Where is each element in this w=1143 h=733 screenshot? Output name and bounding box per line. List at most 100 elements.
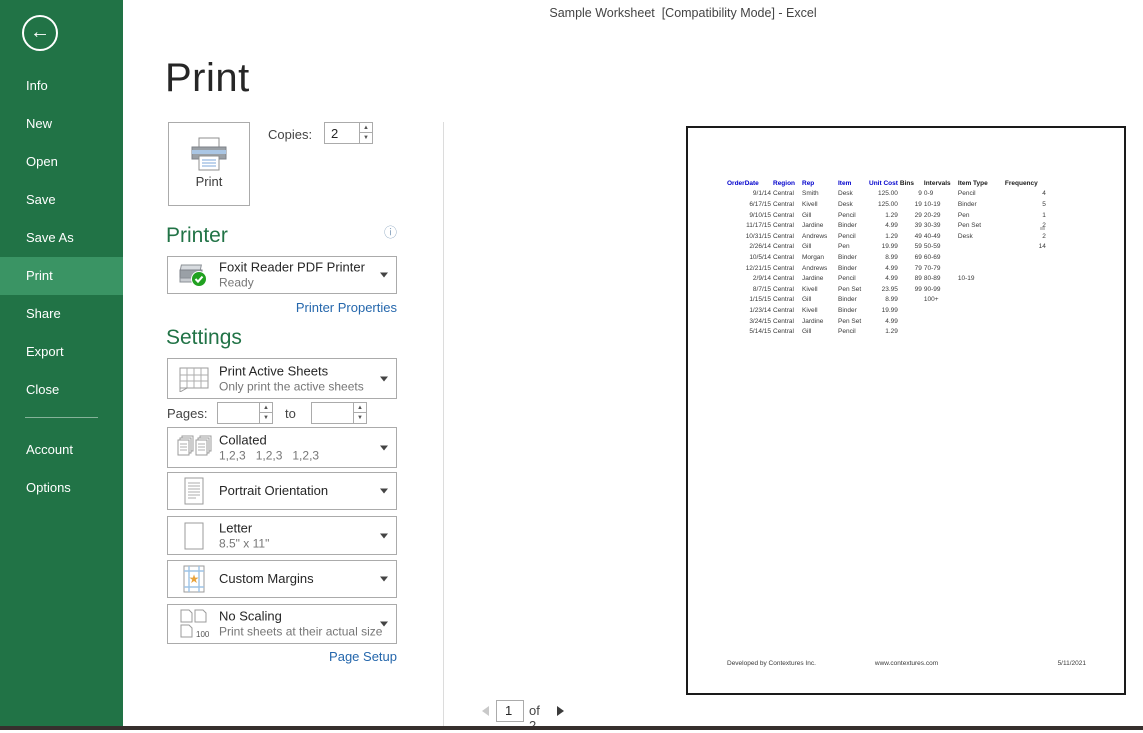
window-title: Sample Worksheet [Compatibility Mode] - … — [223, 6, 1143, 20]
preview-cell: Andrews — [802, 231, 838, 242]
spin-up-icon[interactable]: ▲ — [260, 403, 272, 413]
chevron-down-icon — [380, 489, 388, 494]
chevron-down-icon — [380, 577, 388, 582]
sidebar-item-save[interactable]: Save — [0, 181, 123, 219]
page-title: Print — [165, 56, 250, 101]
preview-header-cell: Item — [838, 178, 869, 189]
title-bar: Sample Worksheet [Compatibility Mode] - … — [123, 0, 1143, 26]
paper-size-sublabel: 8.5" x 11" — [219, 536, 374, 551]
preview-cell: 10/5/14 — [727, 252, 773, 263]
preview-cell: Central — [773, 242, 802, 253]
sidebar-menu: InfoNewOpenSaveSave AsPrintShareExportCl… — [0, 67, 123, 409]
preview-cell — [1005, 305, 1048, 316]
next-page-icon[interactable] — [557, 706, 564, 716]
preview-header-cell: Intervals — [924, 178, 958, 189]
preview-cell: Binder — [838, 295, 869, 306]
page-setup-link[interactable]: Page Setup — [329, 649, 397, 664]
preview-cell — [1005, 295, 1048, 306]
spin-down-icon[interactable]: ▼ — [354, 413, 366, 423]
preview-cell: Central — [773, 295, 802, 306]
orientation-select[interactable]: Portrait Orientation — [167, 472, 397, 510]
sidebar-item-share[interactable]: Share — [0, 295, 123, 333]
preview-cell — [900, 295, 924, 306]
printer-status: Ready — [219, 276, 374, 291]
preview-cell: 10-19 — [924, 199, 958, 210]
preview-cell: 9/10/15 — [727, 210, 773, 221]
info-icon[interactable]: ⓘ — [384, 222, 397, 241]
paper-size-label: Letter — [219, 520, 374, 536]
pages-to-stepper[interactable]: ▲ ▼ — [311, 402, 367, 424]
printer-properties-link[interactable]: Printer Properties — [296, 300, 397, 315]
preview-cell: 100+ — [924, 295, 958, 306]
preview-cell — [1005, 263, 1048, 274]
preview-cell: Central — [773, 231, 802, 242]
pages-from-stepper[interactable]: ▲ ▼ — [217, 402, 273, 424]
preview-cell: 9/1/14 — [727, 189, 773, 200]
preview-cell: 4.99 — [869, 316, 900, 327]
preview-cell: 39 — [900, 220, 924, 231]
preview-cell: 1/15/15 — [727, 295, 773, 306]
print-what-label: Print Active Sheets — [219, 363, 374, 379]
no-scaling-icon: 100 — [174, 605, 214, 643]
preview-header-cell: OrderDate — [727, 178, 773, 189]
preview-cell: 4.99 — [869, 220, 900, 231]
preview-cell — [1005, 316, 1048, 327]
preview-cell: Pen Set — [838, 316, 869, 327]
scaling-select[interactable]: 100 No Scaling Print sheets at their act… — [167, 604, 397, 644]
preview-cell — [900, 326, 924, 337]
preview-cell: 30-39 — [924, 220, 958, 231]
spin-up-icon[interactable]: ▲ — [360, 123, 372, 133]
preview-cell: Central — [773, 305, 802, 316]
preview-cell: 125.00 — [869, 189, 900, 200]
preview-cell: 19 — [900, 199, 924, 210]
sidebar-item-account[interactable]: Account — [0, 431, 123, 469]
sidebar-item-options[interactable]: Options — [0, 469, 123, 507]
preview-table: OrderDateRegionRepItemUnit CostBinsInter… — [727, 178, 1048, 337]
preview-cell — [958, 263, 1005, 274]
preview-cell: Pencil — [838, 210, 869, 221]
preview-cell: Central — [773, 284, 802, 295]
preview-cell: Pen — [838, 242, 869, 253]
spin-down-icon[interactable]: ▼ — [360, 133, 372, 143]
spin-down-icon[interactable]: ▼ — [260, 413, 272, 423]
preview-cell — [958, 242, 1005, 253]
margins-select[interactable]: ★ Custom Margins — [167, 560, 397, 598]
printer-select[interactable]: Foxit Reader PDF Printer Ready — [167, 256, 397, 294]
preview-cell: Kivell — [802, 199, 838, 210]
print-what-select[interactable]: Print Active Sheets Only print the activ… — [167, 358, 397, 399]
print-what-sublabel: Only print the active sheets — [219, 379, 374, 394]
preview-cell: Pen — [958, 210, 1005, 221]
back-arrow-icon[interactable]: ← — [22, 15, 58, 51]
sidebar-item-open[interactable]: Open — [0, 143, 123, 181]
preview-cell: Central — [773, 316, 802, 327]
preview-cell — [1005, 252, 1048, 263]
sidebar-item-export[interactable]: Export — [0, 333, 123, 371]
sidebar-item-close[interactable]: Close — [0, 371, 123, 409]
sidebar-item-print[interactable]: Print — [0, 257, 123, 295]
chevron-down-icon — [380, 273, 388, 278]
preview-cell: 29 — [900, 210, 924, 221]
sidebar-item-new[interactable]: New — [0, 105, 123, 143]
preview-cell: Central — [773, 263, 802, 274]
sidebar-item-info[interactable]: Info — [0, 67, 123, 105]
preview-cell: 0-9 — [924, 189, 958, 200]
preview-cell: 4.99 — [869, 263, 900, 274]
preview-cell: 5 — [1005, 199, 1048, 210]
preview-cell — [1005, 326, 1048, 337]
preview-cell: Binder — [838, 252, 869, 263]
preview-cell: 40-49 — [924, 231, 958, 242]
preview-data-row: 2/26/14CentralGillPen19.995950-5914 — [727, 242, 1048, 253]
scaling-label: No Scaling — [219, 609, 374, 625]
spin-up-icon[interactable]: ▲ — [354, 403, 366, 413]
preview-cell: 8/7/15 — [727, 284, 773, 295]
print-button-label: Print — [169, 174, 249, 189]
print-button[interactable]: Print — [168, 122, 250, 206]
previous-page-icon[interactable] — [482, 706, 489, 716]
copies-stepper[interactable]: 2 ▲ ▼ — [324, 122, 373, 144]
paper-size-select[interactable]: Letter 8.5" x 11" — [167, 516, 397, 555]
preview-cell — [924, 305, 958, 316]
sidebar-item-save-as[interactable]: Save As — [0, 219, 123, 257]
current-page-input[interactable]: 1 — [496, 700, 524, 722]
collation-select[interactable]: Collated 1,2,3 1,2,3 1,2,3 — [167, 427, 397, 468]
sidebar-divider — [25, 417, 98, 418]
